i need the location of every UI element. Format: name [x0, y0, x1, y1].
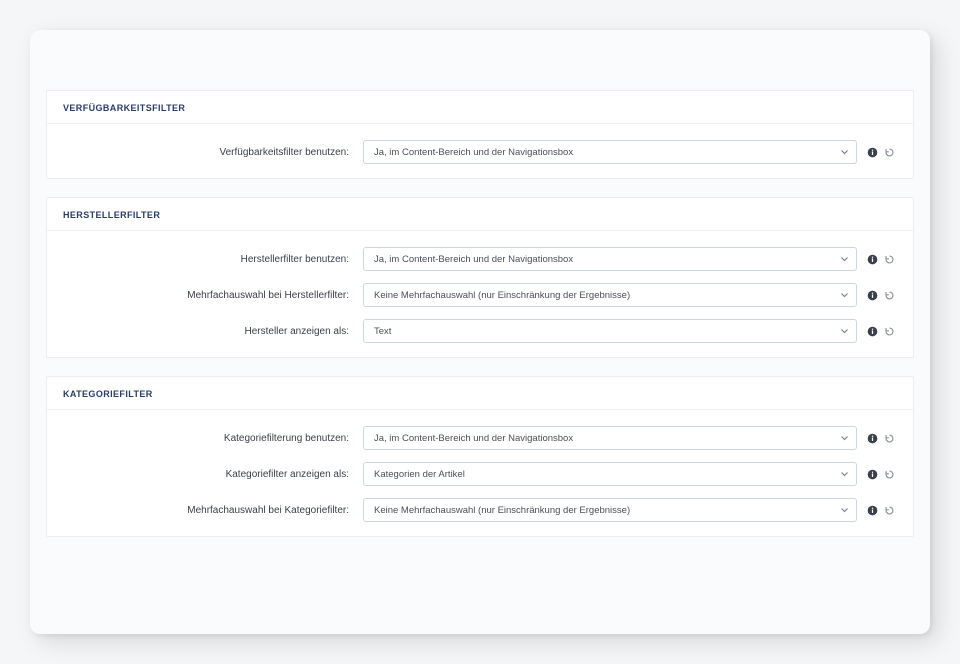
- reset-icon[interactable]: [884, 505, 895, 516]
- info-icon[interactable]: [867, 326, 878, 337]
- select-manufacturer-multiselect[interactable]: Keine Mehrfachauswahl (nur Einschränkung…: [363, 283, 857, 307]
- panel-body: Verfügbarkeitsfilter benutzen: Ja, im Co…: [47, 124, 913, 178]
- chevron-down-icon: [840, 434, 849, 443]
- select-value: Ja, im Content-Bereich und der Navigatio…: [374, 254, 573, 265]
- panel-title: KATEGORIEFILTER: [63, 389, 897, 399]
- select-value: Kategorien der Artikel: [374, 469, 465, 480]
- select-category-display[interactable]: Kategorien der Artikel: [363, 462, 857, 486]
- form-row: Herstellerfilter benutzen: Ja, im Conten…: [63, 247, 897, 271]
- select-availability-use[interactable]: Ja, im Content-Bereich und der Navigatio…: [363, 140, 857, 164]
- panel-manufacturer-filter: HERSTELLERFILTER Herstellerfilter benutz…: [46, 197, 914, 358]
- panel-body: Kategoriefilterung benutzen: Ja, im Cont…: [47, 410, 913, 536]
- form-row: Verfügbarkeitsfilter benutzen: Ja, im Co…: [63, 140, 897, 164]
- info-icon[interactable]: [867, 290, 878, 301]
- select-wrapper: Ja, im Content-Bereich und der Navigatio…: [363, 140, 857, 164]
- panel-title: VERFÜGBARKEITSFILTER: [63, 103, 897, 113]
- panel-availability-filter: VERFÜGBARKEITSFILTER Verfügbarkeitsfilte…: [46, 90, 914, 179]
- reset-icon[interactable]: [884, 147, 895, 158]
- select-manufacturer-use[interactable]: Ja, im Content-Bereich und der Navigatio…: [363, 247, 857, 271]
- reset-icon[interactable]: [884, 469, 895, 480]
- select-wrapper: Text: [363, 319, 857, 343]
- field-actions: [857, 290, 897, 301]
- select-wrapper: Keine Mehrfachauswahl (nur Einschränkung…: [363, 283, 857, 307]
- field-actions: [857, 326, 897, 337]
- field-actions: [857, 433, 897, 444]
- field-label: Kategoriefilterung benutzen:: [63, 433, 363, 444]
- panel-category-filter: KATEGORIEFILTER Kategoriefilterung benut…: [46, 376, 914, 537]
- select-wrapper: Kategorien der Artikel: [363, 462, 857, 486]
- field-label: Verfügbarkeitsfilter benutzen:: [63, 147, 363, 158]
- select-value: Keine Mehrfachauswahl (nur Einschränkung…: [374, 505, 630, 516]
- panel-header: VERFÜGBARKEITSFILTER: [47, 91, 913, 124]
- select-wrapper: Keine Mehrfachauswahl (nur Einschränkung…: [363, 498, 857, 522]
- field-actions: [857, 147, 897, 158]
- select-wrapper: Ja, im Content-Bereich und der Navigatio…: [363, 247, 857, 271]
- field-actions: [857, 469, 897, 480]
- field-label: Mehrfachauswahl bei Kategoriefilter:: [63, 505, 363, 516]
- panel-header: HERSTELLERFILTER: [47, 198, 913, 231]
- reset-icon[interactable]: [884, 290, 895, 301]
- chevron-down-icon: [840, 148, 849, 157]
- select-manufacturer-display[interactable]: Text: [363, 319, 857, 343]
- panel-body: Herstellerfilter benutzen: Ja, im Conten…: [47, 231, 913, 357]
- panel-header: KATEGORIEFILTER: [47, 377, 913, 410]
- field-label: Herstellerfilter benutzen:: [63, 254, 363, 265]
- chevron-down-icon: [840, 506, 849, 515]
- select-category-use[interactable]: Ja, im Content-Bereich und der Navigatio…: [363, 426, 857, 450]
- info-icon[interactable]: [867, 147, 878, 158]
- chevron-down-icon: [840, 255, 849, 264]
- form-row: Mehrfachauswahl bei Kategoriefilter: Kei…: [63, 498, 897, 522]
- select-value: Keine Mehrfachauswahl (nur Einschränkung…: [374, 290, 630, 301]
- settings-window: VERFÜGBARKEITSFILTER Verfügbarkeitsfilte…: [30, 30, 930, 634]
- select-category-multiselect[interactable]: Keine Mehrfachauswahl (nur Einschränkung…: [363, 498, 857, 522]
- chevron-down-icon: [840, 291, 849, 300]
- select-value: Ja, im Content-Bereich und der Navigatio…: [374, 433, 573, 444]
- info-icon[interactable]: [867, 433, 878, 444]
- field-actions: [857, 254, 897, 265]
- info-icon[interactable]: [867, 505, 878, 516]
- reset-icon[interactable]: [884, 326, 895, 337]
- field-label: Kategoriefilter anzeigen als:: [63, 469, 363, 480]
- info-icon[interactable]: [867, 254, 878, 265]
- field-actions: [857, 505, 897, 516]
- reset-icon[interactable]: [884, 433, 895, 444]
- reset-icon[interactable]: [884, 254, 895, 265]
- panel-title: HERSTELLERFILTER: [63, 210, 897, 220]
- select-value: Ja, im Content-Bereich und der Navigatio…: [374, 147, 573, 158]
- select-wrapper: Ja, im Content-Bereich und der Navigatio…: [363, 426, 857, 450]
- form-row: Mehrfachauswahl bei Herstellerfilter: Ke…: [63, 283, 897, 307]
- form-row: Hersteller anzeigen als: Text: [63, 319, 897, 343]
- select-value: Text: [374, 326, 391, 337]
- field-label: Mehrfachauswahl bei Herstellerfilter:: [63, 290, 363, 301]
- chevron-down-icon: [840, 470, 849, 479]
- chevron-down-icon: [840, 327, 849, 336]
- top-spacer: [46, 48, 914, 90]
- form-row: Kategoriefilterung benutzen: Ja, im Cont…: [63, 426, 897, 450]
- form-row: Kategoriefilter anzeigen als: Kategorien…: [63, 462, 897, 486]
- info-icon[interactable]: [867, 469, 878, 480]
- field-label: Hersteller anzeigen als:: [63, 326, 363, 337]
